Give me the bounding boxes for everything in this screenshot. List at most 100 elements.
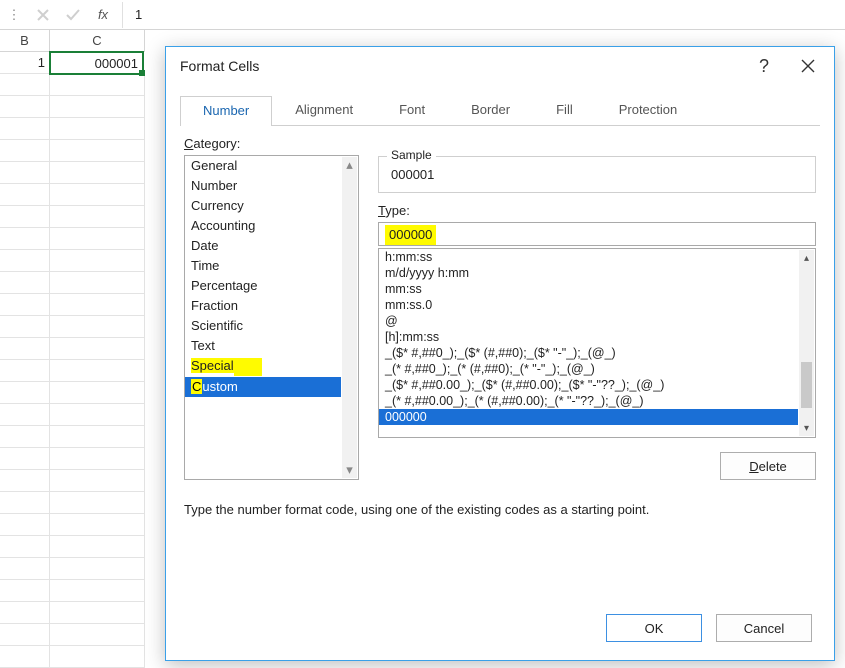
cell[interactable]: [0, 96, 50, 118]
cell[interactable]: [50, 624, 145, 646]
tab-alignment[interactable]: Alignment: [272, 95, 376, 125]
cell[interactable]: [50, 514, 145, 536]
category-item[interactable]: Scientific: [185, 316, 341, 336]
cell[interactable]: [50, 118, 145, 140]
cell[interactable]: [50, 206, 145, 228]
cell[interactable]: [0, 602, 50, 624]
tab-number[interactable]: Number: [180, 96, 272, 126]
cell[interactable]: [0, 514, 50, 536]
cancel-button[interactable]: Cancel: [716, 614, 812, 642]
cell[interactable]: [0, 272, 50, 294]
category-item[interactable]: Percentage: [185, 276, 341, 296]
cell[interactable]: [50, 250, 145, 272]
cell[interactable]: [50, 602, 145, 624]
cell[interactable]: [0, 382, 50, 404]
cell[interactable]: [50, 228, 145, 250]
tab-fill[interactable]: Fill: [533, 95, 596, 125]
cell[interactable]: [50, 404, 145, 426]
code-item[interactable]: @: [379, 313, 798, 329]
cell[interactable]: [50, 184, 145, 206]
cell[interactable]: [0, 426, 50, 448]
cell[interactable]: [0, 448, 50, 470]
ok-button[interactable]: OK: [606, 614, 702, 642]
cell[interactable]: [50, 448, 145, 470]
code-item[interactable]: mm:ss: [379, 281, 798, 297]
cell[interactable]: [0, 646, 50, 668]
cell[interactable]: [0, 360, 50, 382]
cell[interactable]: [50, 162, 145, 184]
cell-b1[interactable]: 1: [0, 52, 50, 74]
cell[interactable]: [50, 382, 145, 404]
cell[interactable]: [0, 492, 50, 514]
cell[interactable]: [0, 140, 50, 162]
fill-handle[interactable]: [139, 70, 145, 76]
tab-border[interactable]: Border: [448, 95, 533, 125]
fx-icon[interactable]: fx: [88, 7, 118, 23]
cell[interactable]: [0, 184, 50, 206]
cell[interactable]: [0, 624, 50, 646]
close-button[interactable]: [786, 47, 830, 85]
category-item[interactable]: Fraction: [185, 296, 341, 316]
scrollbar[interactable]: ▴ ▾: [799, 250, 814, 436]
cell[interactable]: [50, 74, 145, 96]
cell[interactable]: [50, 426, 145, 448]
code-item[interactable]: _($* #,##0_);_($* (#,##0);_($* "-"_);_(@…: [379, 345, 798, 361]
category-item[interactable]: Text: [185, 336, 341, 356]
category-item[interactable]: Number: [185, 176, 341, 196]
category-list[interactable]: General Number Currency Accounting Date …: [184, 155, 359, 480]
delete-button[interactable]: Delete: [720, 452, 816, 480]
category-item[interactable]: Currency: [185, 196, 341, 216]
cell[interactable]: [0, 338, 50, 360]
cell[interactable]: [0, 536, 50, 558]
cell[interactable]: [50, 360, 145, 382]
code-item[interactable]: _(* #,##0_);_(* (#,##0);_(* "-"_);_(@_): [379, 361, 798, 377]
cell[interactable]: [0, 118, 50, 140]
scroll-down-icon[interactable]: ▾: [799, 420, 814, 436]
dialog-titlebar[interactable]: Format Cells ?: [166, 47, 834, 85]
cell[interactable]: [50, 316, 145, 338]
cell[interactable]: [50, 536, 145, 558]
cell-c1[interactable]: 000001: [49, 51, 144, 75]
category-item[interactable]: General: [185, 156, 341, 176]
cell[interactable]: [50, 294, 145, 316]
cell[interactable]: [0, 470, 50, 492]
scroll-track[interactable]: [799, 266, 814, 420]
cell[interactable]: [50, 580, 145, 602]
cell[interactable]: [0, 404, 50, 426]
category-item[interactable]: Time: [185, 256, 341, 276]
scroll-down-icon[interactable]: ▾: [342, 462, 357, 478]
scroll-thumb[interactable]: [801, 362, 812, 408]
tab-protection[interactable]: Protection: [596, 95, 701, 125]
cell[interactable]: [50, 96, 145, 118]
cell[interactable]: [50, 492, 145, 514]
category-item[interactable]: Accounting: [185, 216, 341, 236]
cancel-entry-icon[interactable]: [28, 0, 58, 30]
code-item[interactable]: _($* #,##0.00_);_($* (#,##0.00);_($* "-"…: [379, 377, 798, 393]
column-header-c[interactable]: C: [50, 30, 145, 52]
code-item[interactable]: h:mm:ss: [379, 249, 798, 265]
help-button[interactable]: ?: [742, 47, 786, 85]
cell[interactable]: [50, 338, 145, 360]
cell[interactable]: [0, 316, 50, 338]
scroll-up-icon[interactable]: ▴: [342, 157, 357, 173]
formula-value[interactable]: 1: [127, 7, 142, 22]
cell[interactable]: [0, 250, 50, 272]
cell[interactable]: [50, 272, 145, 294]
format-code-list[interactable]: h:mm:ss m/d/yyyy h:mm mm:ss mm:ss.0 @ [h…: [378, 248, 816, 438]
cell[interactable]: [50, 646, 145, 668]
type-input[interactable]: 000000: [378, 222, 816, 246]
code-item[interactable]: _(* #,##0.00_);_(* (#,##0.00);_(* "-"??_…: [379, 393, 798, 409]
code-item[interactable]: m/d/yyyy h:mm: [379, 265, 798, 281]
code-item[interactable]: mm:ss.0: [379, 297, 798, 313]
scrollbar[interactable]: ▴ ▾: [342, 157, 357, 478]
category-item[interactable]: Date: [185, 236, 341, 256]
scroll-up-icon[interactable]: ▴: [799, 250, 814, 266]
column-header-b[interactable]: B: [0, 30, 50, 52]
cell[interactable]: [50, 470, 145, 492]
confirm-entry-icon[interactable]: [58, 0, 88, 30]
cell[interactable]: [0, 294, 50, 316]
code-item-selected[interactable]: 000000: [379, 409, 798, 425]
cell[interactable]: [0, 228, 50, 250]
cell[interactable]: [50, 558, 145, 580]
cell[interactable]: [0, 558, 50, 580]
